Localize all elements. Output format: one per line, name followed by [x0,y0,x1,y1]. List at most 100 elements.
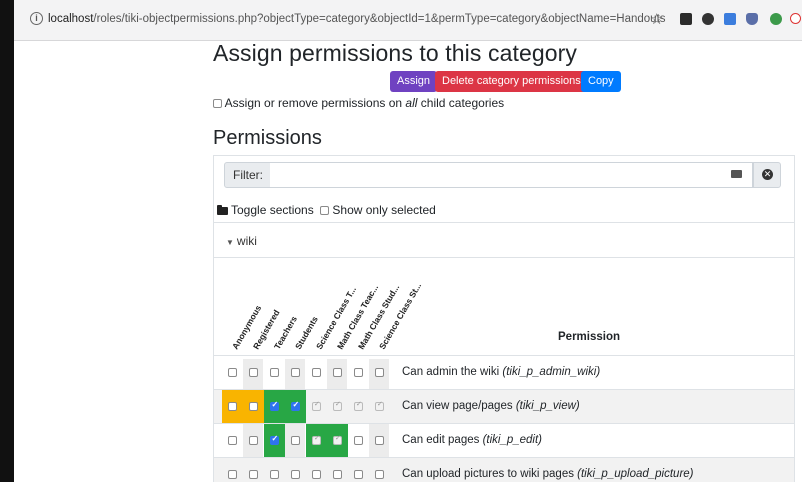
permission-checkbox[interactable] [291,368,300,377]
keyboard-icon[interactable] [731,170,742,178]
permission-cell [327,356,348,390]
permission-checkbox[interactable] [375,436,384,445]
address-bar[interactable]: i localhost/roles/tiki-objectpermissions… [14,0,802,41]
permission-checkbox[interactable] [354,470,363,479]
filter-label: Filter: [224,162,272,188]
permission-cell [243,356,264,390]
url-text[interactable]: localhost/roles/tiki-objectpermissions.p… [48,13,666,25]
permission-cell [327,390,348,424]
permission-checkbox[interactable] [312,368,321,377]
permission-checkbox[interactable] [270,368,279,377]
permission-row: Can admin the wiki (tiki_p_admin_wiki) [214,356,794,390]
extension-icon[interactable] [680,13,692,25]
permission-cell [306,458,327,482]
permission-row: Can upload pictures to wiki pages (tiki_… [214,458,794,482]
toggle-sections-link[interactable]: Toggle sections [231,203,314,217]
shield-icon[interactable] [746,13,758,25]
child-text: Assign or remove permissions on [224,96,406,110]
permission-cell [348,390,369,424]
permission-checkbox[interactable] [312,470,321,479]
permission-cell [348,356,369,390]
permission-checkbox[interactable] [354,368,363,377]
clear-filter-button[interactable]: ✕ [753,162,781,188]
permission-checkbox[interactable] [333,434,342,445]
permission-checkbox[interactable] [228,368,237,377]
permission-checkbox[interactable] [312,434,321,445]
permission-checkbox[interactable] [291,400,300,411]
permission-checkbox[interactable] [270,434,279,445]
permission-checkbox[interactable] [333,400,342,411]
permission-cell [369,424,390,458]
section-wiki[interactable]: ▼ wiki [226,234,257,248]
permission-checkbox[interactable] [375,400,384,411]
permission-cell [285,458,306,482]
filter-input[interactable] [270,162,753,188]
permission-checkbox[interactable] [270,400,279,411]
permission-description: Can admin the wiki [402,366,503,378]
show-only-selected-checkbox[interactable] [320,206,330,216]
permission-checkbox[interactable] [333,368,342,377]
permission-cell [327,424,348,458]
page-title: Assign permissions to this category [213,40,577,66]
permission-checkbox[interactable] [375,470,384,479]
folder-icon [217,204,228,215]
permission-checkbox[interactable] [333,470,342,479]
permission-cell [306,390,327,424]
permission-checkbox[interactable] [249,470,258,479]
permission-checkbox[interactable] [249,436,258,445]
permission-label: Can view page/pages (tiki_p_view) [402,400,580,412]
divider [214,257,794,258]
copy-button[interactable]: Copy [581,71,621,92]
permission-cell [369,356,390,390]
permission-checkbox[interactable] [270,470,279,479]
toggle-bar: Toggle sections Show only selected [217,203,436,217]
permission-cell [369,458,390,482]
permission-code: (tiki_p_upload_picture) [577,468,694,480]
permissions-panel: Filter: ✕ Toggle sections Show only sele… [213,155,795,482]
permission-checkbox[interactable] [291,436,300,445]
permission-checkbox[interactable] [249,402,258,411]
permission-cell [264,390,285,424]
permission-cell [306,424,327,458]
child-categories-checkbox[interactable] [213,99,222,109]
permission-cell [264,458,285,482]
page-content: Assign permissions to this category Assi… [14,40,802,482]
permission-checkbox[interactable] [375,368,384,377]
permission-cell [243,458,264,482]
delete-permissions-button[interactable]: Delete category permissions [435,71,588,92]
permission-checkbox[interactable] [228,436,237,445]
permission-code: (tiki_p_view) [515,400,580,412]
permission-cell [348,458,369,482]
browser-window: i localhost/roles/tiki-objectpermissions… [14,0,802,482]
permission-cell [285,424,306,458]
child-text-emphasis: all [405,96,418,110]
permission-cell [222,458,243,482]
permission-cell [243,424,264,458]
permission-checkbox[interactable] [228,402,237,411]
permission-checkbox[interactable] [228,470,237,479]
permission-checkbox[interactable] [312,400,321,411]
bookmark-star-icon[interactable]: ☆ [650,10,663,28]
permission-checkbox[interactable] [249,368,258,377]
extension-circle-icon[interactable] [702,13,714,25]
child-categories-option: Assign or remove permissions on all chil… [213,96,504,110]
caret-down-icon: ▼ [226,238,234,247]
assign-button[interactable]: Assign [390,71,438,92]
permission-label: Can admin the wiki (tiki_p_admin_wiki) [402,366,600,378]
permission-description: Can upload pictures to wiki pages [402,468,578,480]
permission-column-header: Permission [558,331,620,343]
divider [214,222,794,223]
permission-checkbox[interactable] [354,436,363,445]
extension-green-icon[interactable] [770,13,782,25]
close-icon: ✕ [762,169,773,180]
permissions-heading: Permissions [213,127,322,149]
permission-checkbox[interactable] [354,400,363,411]
permission-cell [285,390,306,424]
info-icon[interactable]: i [30,12,43,25]
permission-checkbox[interactable] [291,470,300,479]
heart-icon[interactable] [790,13,801,24]
permission-row: Can edit pages (tiki_p_edit) [214,424,794,458]
extension-blue-icon[interactable] [724,13,736,25]
permission-code: (tiki_p_admin_wiki) [502,366,601,378]
child-text-end: child categories [417,96,505,110]
